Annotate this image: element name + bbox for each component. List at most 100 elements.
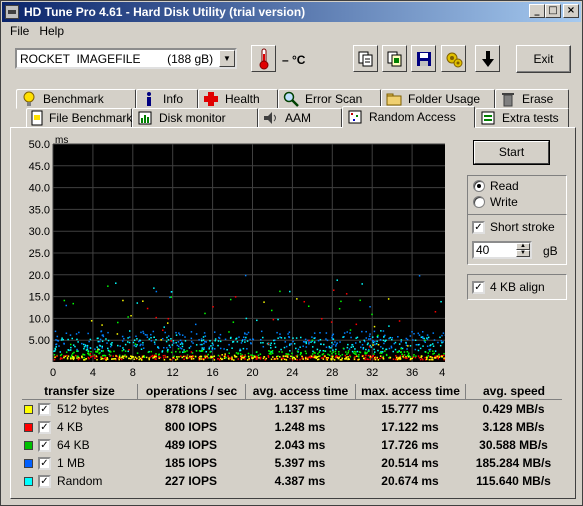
scatter-point <box>350 336 352 339</box>
scatter-point <box>109 351 112 353</box>
write-radio-button[interactable] <box>473 196 485 208</box>
menu-help[interactable]: Help <box>34 23 69 41</box>
scatter-point <box>425 356 428 359</box>
tab-extra-tests[interactable]: Extra tests <box>475 108 569 128</box>
tab-benchmark[interactable]: Benchmark <box>16 89 136 109</box>
random-icon <box>347 109 363 125</box>
spin-up-icon[interactable]: ▲ <box>516 243 530 250</box>
scatter-point <box>140 343 142 346</box>
exit-button[interactable]: Exit <box>516 45 571 73</box>
scatter-point <box>317 339 320 342</box>
scatter-point <box>90 350 92 353</box>
scatter-point <box>295 337 298 339</box>
scatter-point <box>279 290 281 293</box>
maximize-button[interactable]: □ <box>545 4 561 18</box>
scatter-point <box>429 350 431 352</box>
scatter-point <box>345 356 348 359</box>
tab-aam[interactable]: AAM <box>258 108 342 128</box>
start-button[interactable]: Start <box>474 141 549 164</box>
short-stroke-option[interactable]: ✓ Short stroke <box>472 220 555 234</box>
scatter-point <box>245 317 248 320</box>
tab-label: Error Scan <box>305 92 363 106</box>
series-checkbox[interactable]: ✓ <box>38 402 51 416</box>
scatter-point <box>282 357 284 360</box>
scatter-point <box>317 358 320 361</box>
scatter-point <box>110 343 112 345</box>
scatter-point <box>133 344 136 347</box>
scatter-point <box>205 341 208 343</box>
write-radio[interactable]: Write <box>473 195 518 209</box>
copy-info-button[interactable] <box>382 45 407 72</box>
copy-button[interactable] <box>353 45 378 72</box>
minimize-button[interactable]: _ <box>529 4 545 18</box>
copy-info-icon <box>387 51 401 66</box>
scatter-point <box>252 338 255 341</box>
scatter-point <box>434 311 437 313</box>
menu-file-label: File <box>10 24 30 38</box>
read-radio[interactable]: Read <box>473 179 519 193</box>
temperature-button[interactable] <box>251 45 276 72</box>
avg-access-value: 4.387 ms <box>274 474 326 488</box>
drive-select[interactable]: ROCKET IMAGEFILE (188 gB) ▼ <box>15 48 237 69</box>
series-checkbox[interactable]: ✓ <box>38 420 51 434</box>
short-stroke-spinner[interactable]: 40 ▲ ▼ <box>472 241 532 259</box>
scatter-point <box>270 309 273 312</box>
app-disk-icon <box>5 5 19 19</box>
menu-bar: File Help <box>5 23 69 41</box>
scatter-point <box>407 352 410 355</box>
tab-random-access[interactable]: Random Access <box>342 106 475 128</box>
short-stroke-value[interactable]: 40 <box>474 243 516 257</box>
scatter-point <box>313 332 316 334</box>
spin-down-icon[interactable]: ▼ <box>516 250 530 257</box>
scatter-point <box>259 353 262 355</box>
chevron-down-icon[interactable]: ▼ <box>219 50 235 67</box>
close-button[interactable]: × <box>563 4 579 18</box>
tab-info[interactable]: Info <box>136 89 198 109</box>
series-checkbox[interactable]: ✓ <box>38 474 51 488</box>
series-checkbox[interactable]: ✓ <box>38 438 51 452</box>
scatter-point <box>150 350 153 353</box>
scatter-point <box>283 346 286 349</box>
scatter-point <box>101 347 103 349</box>
scatter-point <box>170 296 172 298</box>
tab-file-benchmark[interactable]: File Benchmark <box>26 108 132 128</box>
scatter-point <box>205 350 207 353</box>
scatter-point <box>338 351 340 353</box>
menu-file[interactable]: File <box>5 23 34 41</box>
scatter-point <box>90 320 93 322</box>
scatter-point <box>354 348 356 350</box>
tab-health[interactable]: Health <box>198 89 278 109</box>
download-button[interactable] <box>475 45 500 72</box>
scatter-point <box>339 341 341 343</box>
short-stroke-checkbox[interactable]: ✓ <box>472 220 485 234</box>
scatter-point <box>274 346 277 348</box>
scatter-point <box>178 356 180 358</box>
iops-value: 878 IOPS <box>164 402 218 416</box>
scatter-point <box>204 312 206 315</box>
align-checkbox[interactable]: ✓ <box>472 280 485 294</box>
save-icon <box>416 51 431 66</box>
options-button[interactable] <box>441 45 466 72</box>
align-option[interactable]: ✓ 4 KB align <box>472 280 545 294</box>
scatter-point <box>379 357 381 360</box>
scatter-point <box>236 341 239 343</box>
scatter-point <box>342 336 344 338</box>
scatter-point <box>169 358 171 361</box>
scatter-point <box>437 357 440 360</box>
series-checkbox[interactable]: ✓ <box>38 456 51 470</box>
scatter-point <box>415 343 418 346</box>
tab-erase[interactable]: Erase <box>495 89 569 109</box>
scatter-point <box>280 358 283 361</box>
title-bar[interactable]: HD Tune Pro 4.61 - Hard Disk Utility (tr… <box>2 2 581 22</box>
scatter-point <box>228 352 230 355</box>
scatter-point <box>272 356 274 358</box>
scatter-point <box>325 346 328 348</box>
save-button[interactable] <box>411 45 436 72</box>
scatter-point <box>293 342 296 345</box>
scatter-point <box>248 358 250 360</box>
tab-disk-monitor[interactable]: Disk monitor <box>132 108 258 128</box>
scatter-point <box>167 339 170 341</box>
read-radio-button[interactable] <box>473 180 485 192</box>
scatter-point <box>155 338 157 341</box>
y-tick-label: 15.0 <box>29 292 50 304</box>
